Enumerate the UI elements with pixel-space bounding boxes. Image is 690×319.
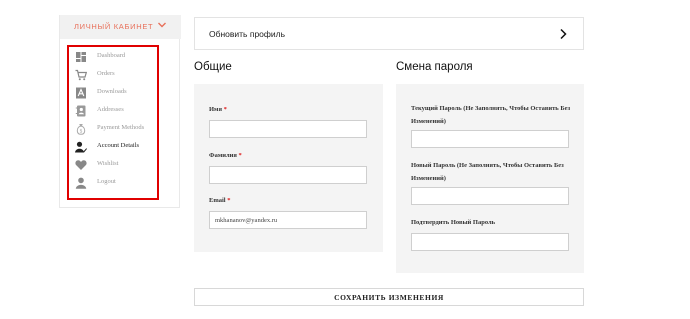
first-name-input[interactable]	[209, 120, 367, 138]
name-label-text: Имя	[209, 106, 222, 113]
update-profile-link[interactable]: Обновить профиль	[194, 17, 584, 50]
sidebar-item-downloads[interactable]: Downloads	[75, 87, 155, 101]
save-changes-label: СОХРАНИТЬ ИЗМЕНЕНИЯ	[334, 293, 444, 302]
required-mark: *	[227, 197, 231, 204]
sidebar-item-label: Addresses	[97, 106, 124, 113]
heart-icon	[75, 160, 87, 170]
account-menu-title: ЛИЧНЫЙ КАБИНЕТ	[74, 22, 154, 31]
general-section-title: Общие	[194, 61, 232, 73]
sidebar-item-label: Dashboard	[97, 52, 126, 59]
name-label: Имя *	[209, 103, 227, 116]
email-label-text: Email	[209, 197, 226, 204]
sidebar-item-label: Orders	[97, 70, 115, 77]
sidebar-item-label: Account Details	[97, 142, 140, 149]
general-panel: Имя * Фамилия * Email *	[194, 84, 383, 252]
svg-text:$: $	[79, 129, 82, 135]
sidebar-item-payment-methods[interactable]: $ Payment Methods	[75, 123, 155, 137]
surname-label-text: Фамилия	[209, 152, 237, 159]
user-logout-icon	[75, 177, 87, 189]
address-book-icon	[75, 105, 86, 117]
current-password-input[interactable]	[411, 130, 569, 148]
sidebar-item-label: Wishlist	[97, 160, 119, 167]
last-name-input[interactable]	[209, 166, 367, 184]
confirm-password-input[interactable]	[411, 233, 569, 251]
money-bag-icon: $	[76, 124, 86, 135]
sidebar-item-dashboard[interactable]: Dashboard	[75, 51, 155, 65]
sidebar-item-label: Downloads	[97, 88, 127, 95]
update-profile-label: Обновить профиль	[209, 29, 286, 39]
surname-label: Фамилия *	[209, 149, 242, 162]
dashboard-icon	[76, 52, 86, 62]
new-password-label: Новый Пароль (Не Заполнять, Чтобы Остави…	[411, 162, 564, 182]
sidebar-item-account-details[interactable]: Account Details	[75, 141, 155, 155]
save-changes-button[interactable]: СОХРАНИТЬ ИЗМЕНЕНИЯ	[194, 288, 584, 306]
sidebar-item-logout[interactable]: Logout	[75, 177, 155, 191]
sidebar-item-label: Logout	[97, 178, 116, 185]
current-password-label: Текущий Пароль (Не Заполнять, Чтобы Оста…	[411, 105, 571, 125]
password-panel: Текущий Пароль (Не Заполнять, Чтобы Оста…	[396, 84, 584, 273]
sidebar-item-orders[interactable]: Orders	[75, 69, 155, 83]
sidebar-item-addresses[interactable]: Addresses	[75, 105, 155, 119]
sidebar-item-wishlist[interactable]: Wishlist	[75, 159, 155, 173]
required-mark: *	[238, 152, 242, 159]
password-section-title: Смена пароля	[396, 61, 473, 73]
account-menu-header[interactable]: ЛИЧНЫЙ КАБИНЕТ	[60, 15, 181, 39]
email-label: Email *	[209, 194, 231, 207]
email-input[interactable]	[209, 211, 367, 229]
cart-icon	[75, 69, 87, 81]
sidebar-item-label: Payment Methods	[97, 124, 145, 131]
required-mark: *	[223, 106, 227, 113]
account-sidebar: ЛИЧНЫЙ КАБИНЕТ Dashboard Orders Download…	[59, 15, 181, 208]
account-nav-menu: Dashboard Orders Downloads Addresses $ P…	[67, 45, 159, 200]
new-password-input[interactable]	[411, 187, 569, 205]
download-icon	[76, 87, 86, 99]
chevron-right-icon	[560, 28, 567, 40]
user-edit-icon	[75, 141, 87, 153]
confirm-password-label: Подтвердить Новый Пароль	[411, 219, 496, 226]
chevron-down-icon[interactable]	[157, 20, 167, 30]
